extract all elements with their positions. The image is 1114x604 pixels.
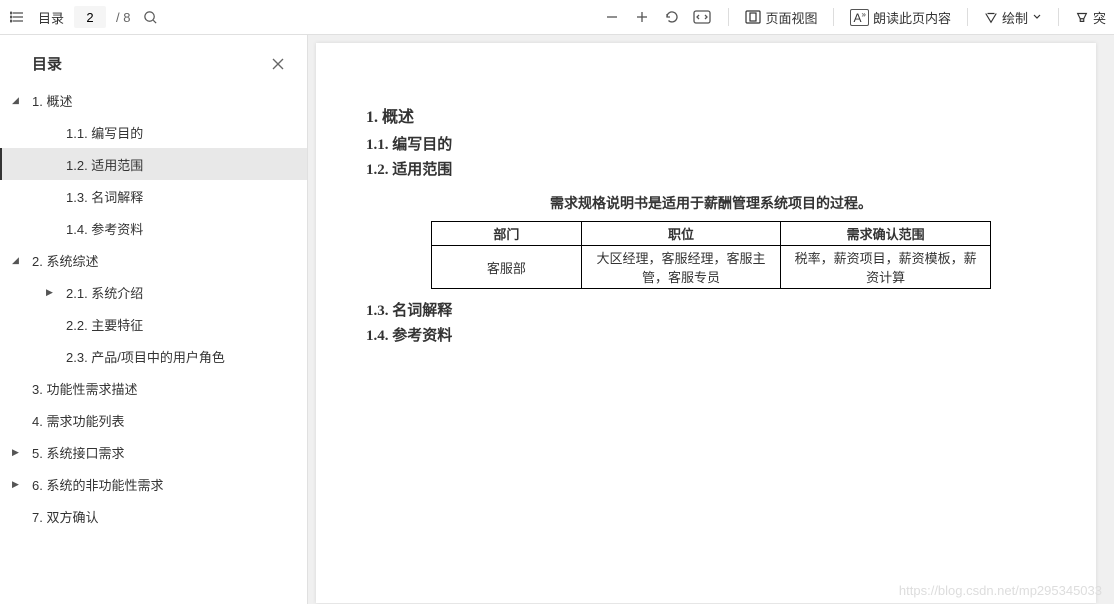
- toc-item[interactable]: ◢7. 双方确认: [0, 500, 307, 532]
- separator: [1058, 8, 1059, 26]
- read-aloud-button[interactable]: A» 朗读此页内容: [850, 8, 950, 27]
- sidebar-title: 目录: [32, 53, 62, 74]
- toc-item[interactable]: ◢1.1. 编写目的: [0, 116, 307, 148]
- main: 目录 ◢1. 概述◢1.1. 编写目的◢1.2. 适用范围◢1.3. 名词解释◢…: [0, 35, 1114, 604]
- toc-item-label: 1.1. 编写目的: [66, 123, 143, 142]
- toc-item-label: 6. 系统的非功能性需求: [32, 475, 163, 494]
- highlight-label: 突: [1093, 8, 1106, 27]
- toc-item[interactable]: ▶ 5. 系统接口需求: [0, 436, 307, 468]
- sidebar: 目录 ◢1. 概述◢1.1. 编写目的◢1.2. 适用范围◢1.3. 名词解释◢…: [0, 35, 308, 604]
- toc-item[interactable]: ◢4. 需求功能列表: [0, 404, 307, 436]
- table-header: 需求确认范围: [781, 222, 991, 246]
- toolbar: 目录 / 8 页面视图 A» 朗读此页内容: [0, 0, 1114, 35]
- toc-item[interactable]: ◢2.2. 主要特征: [0, 308, 307, 340]
- highlight-button[interactable]: 突: [1075, 8, 1106, 27]
- table-row: 客服部 大区经理，客服经理，客服主管，客服专员 税率，薪资项目，薪资模板，薪资计…: [432, 246, 991, 289]
- chevron-down-icon[interactable]: ◢: [12, 95, 26, 106]
- toc-item-label: 2.3. 产品/项目中的用户角色: [66, 347, 225, 366]
- toc-list: ◢1. 概述◢1.1. 编写目的◢1.2. 适用范围◢1.3. 名词解释◢1.4…: [0, 84, 307, 552]
- separator: [728, 8, 729, 26]
- table-header-row: 部门 职位 需求确认范围: [432, 222, 991, 246]
- table-header: 部门: [432, 222, 582, 246]
- toc-item-label: 7. 双方确认: [32, 507, 98, 526]
- search-icon[interactable]: [140, 7, 160, 27]
- toc-item[interactable]: ◢2.3. 产品/项目中的用户角色: [0, 340, 307, 372]
- toc-item-label: 4. 需求功能列表: [32, 411, 124, 430]
- toc-item[interactable]: ▶ 6. 系统的非功能性需求: [0, 468, 307, 500]
- fit-page-icon[interactable]: [692, 7, 712, 27]
- doc-table: 部门 职位 需求确认范围 客服部 大区经理，客服经理，客服主管，客服专员 税率，…: [431, 221, 991, 289]
- doc-heading-1: 1. 概述: [366, 103, 1056, 127]
- chevron-down-icon[interactable]: ◢: [12, 255, 26, 266]
- read-aloud-label: 朗读此页内容: [873, 8, 951, 27]
- toc-label: 目录: [38, 8, 64, 27]
- toolbar-left: 目录 / 8: [8, 6, 160, 28]
- doc-heading-1-2: 1.2. 适用范围: [366, 158, 1056, 179]
- toc-item[interactable]: ◢1.3. 名词解释: [0, 180, 307, 212]
- draw-button[interactable]: 绘制: [984, 8, 1042, 27]
- table-cell: 税率，薪资项目，薪资模板，薪资计算: [781, 246, 991, 289]
- toc-item-label: 1.4. 参考资料: [66, 219, 143, 238]
- toc-item-label: 1.2. 适用范围: [66, 155, 143, 174]
- close-icon[interactable]: [271, 57, 285, 71]
- table-cell: 大区经理，客服经理，客服主管，客服专员: [581, 246, 781, 289]
- rotate-icon[interactable]: [662, 7, 682, 27]
- draw-label: 绘制: [1002, 8, 1028, 27]
- toc-item-label: 3. 功能性需求描述: [32, 379, 137, 398]
- document-page: 1. 概述 1.1. 编写目的 1.2. 适用范围 需求规格说明书是适用于薪酬管…: [316, 43, 1096, 603]
- doc-heading-1-4: 1.4. 参考资料: [366, 324, 1056, 345]
- toc-item-label: 1. 概述: [32, 91, 72, 110]
- zoom-out-icon[interactable]: [602, 7, 622, 27]
- toc-item-label: 1.3. 名词解释: [66, 187, 143, 206]
- toolbar-right: 页面视图 A» 朗读此页内容 绘制 突: [602, 7, 1106, 27]
- toc-toggle-icon[interactable]: [8, 7, 28, 27]
- document-viewer[interactable]: 1. 概述 1.1. 编写目的 1.2. 适用范围 需求规格说明书是适用于薪酬管…: [308, 35, 1114, 604]
- toc-item[interactable]: ▶ 2.1. 系统介绍: [0, 276, 307, 308]
- toc-item[interactable]: ◢ 1. 概述: [0, 84, 307, 116]
- chevron-right-icon[interactable]: ▶: [46, 287, 60, 298]
- separator: [967, 8, 968, 26]
- toc-item-label: 2. 系统综述: [32, 251, 98, 270]
- page-view-label: 页面视图: [765, 8, 817, 27]
- toc-item[interactable]: ◢3. 功能性需求描述: [0, 372, 307, 404]
- doc-heading-1-1: 1.1. 编写目的: [366, 133, 1056, 154]
- page-view-button[interactable]: 页面视图: [745, 8, 817, 27]
- toc-item[interactable]: ◢1.2. 适用范围: [0, 148, 307, 180]
- chevron-right-icon[interactable]: ▶: [12, 479, 26, 490]
- toc-item[interactable]: ◢1.4. 参考资料: [0, 212, 307, 244]
- table-header: 职位: [581, 222, 781, 246]
- toc-item-label: 5. 系统接口需求: [32, 443, 124, 462]
- toc-item-label: 2.2. 主要特征: [66, 315, 143, 334]
- sidebar-header: 目录: [0, 35, 307, 84]
- page-number-input[interactable]: [74, 6, 106, 28]
- page-total: / 8: [116, 10, 130, 25]
- separator: [833, 8, 834, 26]
- chevron-right-icon[interactable]: ▶: [12, 447, 26, 458]
- doc-center-text: 需求规格说明书是适用于薪酬管理系统项目的过程。: [366, 193, 1056, 213]
- table-cell: 客服部: [432, 246, 582, 289]
- toc-item[interactable]: ◢ 2. 系统综述: [0, 244, 307, 276]
- zoom-in-icon[interactable]: [632, 7, 652, 27]
- doc-heading-1-3: 1.3. 名词解释: [366, 299, 1056, 320]
- toc-item-label: 2.1. 系统介绍: [66, 283, 143, 302]
